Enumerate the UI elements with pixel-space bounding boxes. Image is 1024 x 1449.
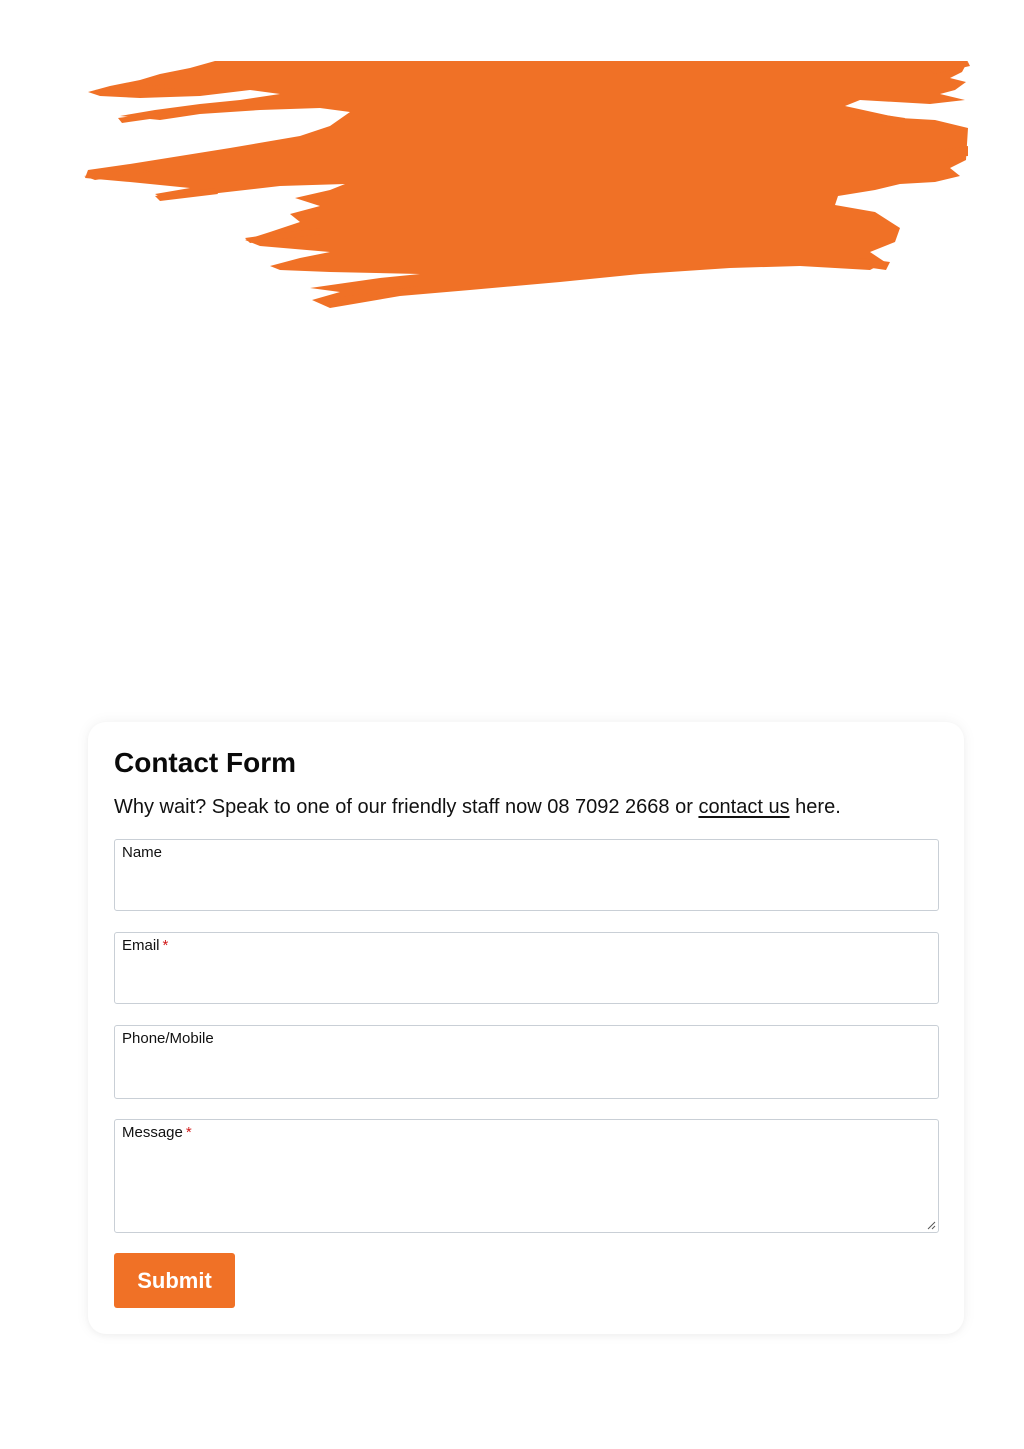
phone-label: Phone/Mobile xyxy=(122,1030,214,1047)
contact-us-link[interactable]: contact us xyxy=(698,796,789,818)
paint-brush-stroke-icon xyxy=(84,61,970,308)
contact-form-intro: Why wait? Speak to one of our friendly s… xyxy=(114,794,841,820)
name-field[interactable]: Name xyxy=(114,839,939,911)
required-marker: * xyxy=(185,1124,192,1141)
submit-button[interactable]: Submit xyxy=(114,1253,235,1308)
contact-form-title: Contact Form xyxy=(114,747,296,778)
contact-form-card: Contact Form Why wait? Speak to one of o… xyxy=(88,722,964,1334)
intro-text: Why wait? Speak to one of our friendly s… xyxy=(114,796,699,818)
page: Contact Form Why wait? Speak to one of o… xyxy=(0,0,1024,1449)
message-textarea[interactable] xyxy=(122,1148,934,1229)
resize-grip-icon[interactable] xyxy=(926,1220,936,1230)
message-label: Message * xyxy=(122,1124,192,1141)
name-label: Name xyxy=(122,844,163,861)
phone-input[interactable] xyxy=(122,1064,931,1092)
phone-field[interactable]: Phone/Mobile xyxy=(114,1025,939,1099)
required-marker: * xyxy=(162,937,169,954)
name-input[interactable] xyxy=(122,876,931,904)
message-field[interactable]: Message * xyxy=(114,1119,939,1233)
email-label: Email * xyxy=(122,937,169,954)
email-field[interactable]: Email * xyxy=(114,932,939,1004)
email-input[interactable] xyxy=(122,969,931,997)
intro-text-end: here. xyxy=(789,796,841,818)
